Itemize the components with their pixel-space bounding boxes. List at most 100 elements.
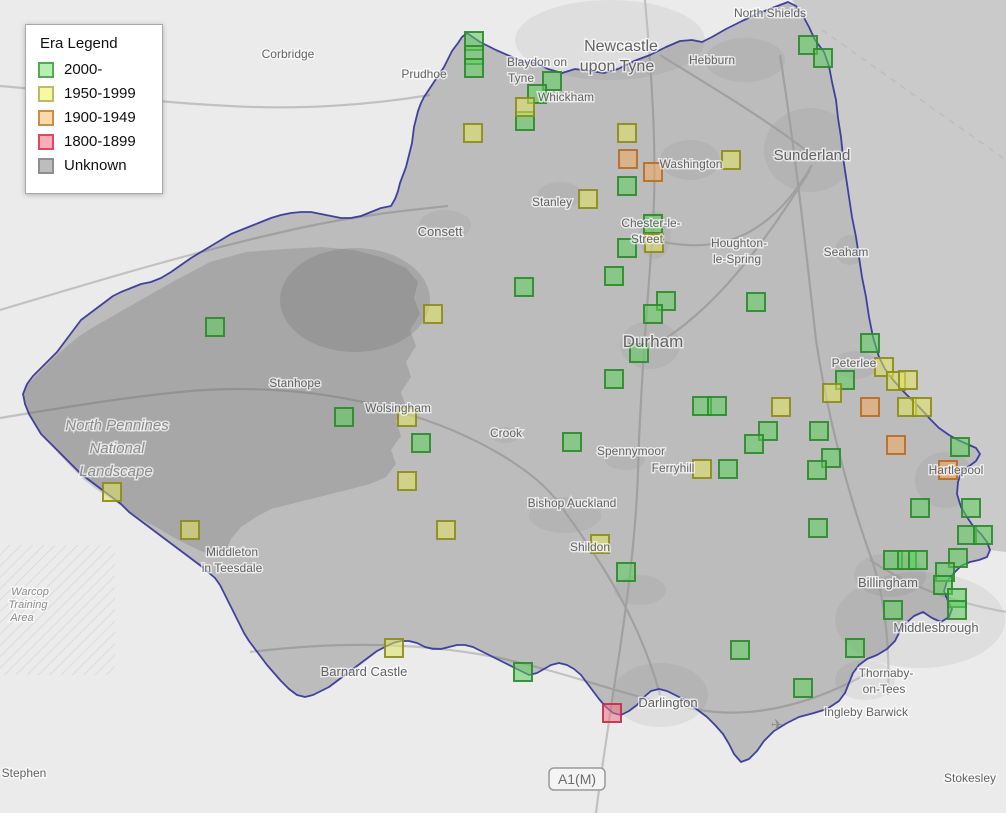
place-label: Darlington xyxy=(638,695,697,710)
place-label: Ferryhill xyxy=(652,461,695,475)
era-legend: Era Legend 2000- 1950-1999 1900-1949 1800-1… xyxy=(25,24,163,194)
place-label: North Shields xyxy=(734,6,806,20)
era-marker[interactable] xyxy=(730,640,750,660)
place-label: Spennymoor xyxy=(597,444,665,458)
era-marker[interactable] xyxy=(947,600,967,620)
era-marker[interactable] xyxy=(707,396,727,416)
era-marker[interactable] xyxy=(912,397,932,417)
place-label: Stephen xyxy=(2,766,47,780)
place-label: Corbridge xyxy=(262,47,315,61)
era-marker[interactable] xyxy=(515,97,535,117)
era-marker[interactable] xyxy=(102,482,122,502)
legend-item-label: 1950-1999 xyxy=(64,85,136,102)
era-marker[interactable] xyxy=(807,460,827,480)
era-marker[interactable] xyxy=(808,518,828,538)
era-marker[interactable] xyxy=(950,437,970,457)
legend-swatch-icon xyxy=(38,109,54,126)
era-marker[interactable] xyxy=(604,266,624,286)
era-marker[interactable] xyxy=(384,638,404,658)
era-marker[interactable] xyxy=(513,662,533,682)
era-marker[interactable] xyxy=(464,58,484,78)
era-marker[interactable] xyxy=(617,176,637,196)
place-label: le-Spring xyxy=(713,252,761,266)
legend-title: Era Legend xyxy=(40,35,118,52)
era-marker[interactable] xyxy=(910,498,930,518)
era-marker[interactable] xyxy=(860,397,880,417)
place-label: Warcop xyxy=(11,586,49,598)
era-marker[interactable] xyxy=(578,189,598,209)
era-marker[interactable] xyxy=(809,421,829,441)
place-label: Newcastle xyxy=(584,38,658,55)
era-marker[interactable] xyxy=(845,638,865,658)
era-marker[interactable] xyxy=(205,317,225,337)
era-marker[interactable] xyxy=(822,383,842,403)
era-marker[interactable] xyxy=(961,498,981,518)
era-marker[interactable] xyxy=(411,433,431,453)
era-marker[interactable] xyxy=(463,123,483,143)
era-marker[interactable] xyxy=(423,304,443,324)
era-marker[interactable] xyxy=(180,520,200,540)
era-marker[interactable] xyxy=(617,123,637,143)
era-marker[interactable] xyxy=(721,150,741,170)
place-label: Thornaby- xyxy=(859,666,914,680)
era-marker[interactable] xyxy=(436,520,456,540)
legend-item-label: 2000- xyxy=(64,61,103,78)
legend-item-1950-1999: 1950-1999 xyxy=(38,85,146,102)
era-marker[interactable] xyxy=(562,432,582,452)
place-label: North Pennines xyxy=(65,417,169,434)
place-label: Stanley xyxy=(532,195,572,209)
era-marker[interactable] xyxy=(886,435,906,455)
era-marker[interactable] xyxy=(643,304,663,324)
legend-item-1800-1899: 1800-1899 xyxy=(38,133,146,150)
legend-swatch-icon xyxy=(38,133,54,150)
legend-item-1900-1949: 1900-1949 xyxy=(38,109,146,126)
era-marker[interactable] xyxy=(883,600,903,620)
era-marker[interactable] xyxy=(744,434,764,454)
place-label: Chester-le- xyxy=(621,216,680,230)
era-marker[interactable] xyxy=(397,471,417,491)
place-label: Ingleby Barwick xyxy=(824,705,909,719)
place-label: Consett xyxy=(418,224,463,239)
place-label: Crook xyxy=(490,426,523,440)
era-marker[interactable] xyxy=(793,678,813,698)
legend-swatch-icon xyxy=(38,157,54,174)
era-marker[interactable] xyxy=(604,369,624,389)
place-label: on-Tees xyxy=(863,682,906,696)
place-label: Tyne xyxy=(508,71,534,85)
place-label: Middleton xyxy=(206,545,258,559)
era-marker[interactable] xyxy=(908,550,928,570)
legend-item-2000: 2000- xyxy=(38,61,146,78)
place-label: Houghton- xyxy=(711,236,767,250)
road-shield: A1(M) xyxy=(548,767,606,791)
place-label: Stanhope xyxy=(269,376,321,390)
era-marker[interactable] xyxy=(618,149,638,169)
place-label: Barnard Castle xyxy=(321,664,408,679)
map-canvas[interactable]: ✈ North Shields Newcastle upon Tyne Hebburn… xyxy=(0,0,1006,813)
legend-item-label: Unknown xyxy=(64,157,127,174)
place-label: Wolsingham xyxy=(365,401,431,415)
era-marker[interactable] xyxy=(860,333,880,353)
era-marker[interactable] xyxy=(692,459,712,479)
era-marker[interactable] xyxy=(973,525,993,545)
place-label: Training xyxy=(9,599,49,611)
place-label: Washington xyxy=(660,157,723,171)
place-label: Durham xyxy=(623,332,683,351)
era-marker[interactable] xyxy=(813,48,833,68)
place-label: Stokesley xyxy=(944,771,996,785)
era-marker[interactable] xyxy=(718,459,738,479)
place-label: upon Tyne xyxy=(580,58,655,75)
place-label: Hebburn xyxy=(689,53,735,67)
era-marker[interactable] xyxy=(514,277,534,297)
place-label: in Teesdale xyxy=(202,561,263,575)
road-shield-label: A1(M) xyxy=(558,771,596,787)
place-label: Landscape xyxy=(79,463,152,480)
era-marker[interactable] xyxy=(616,562,636,582)
place-label: Hartlepool xyxy=(929,463,984,477)
era-marker[interactable] xyxy=(898,370,918,390)
era-marker[interactable] xyxy=(746,292,766,312)
place-label: Shildon xyxy=(570,540,610,554)
era-marker[interactable] xyxy=(602,703,622,723)
era-marker[interactable] xyxy=(334,407,354,427)
era-marker[interactable] xyxy=(771,397,791,417)
place-label: Sunderland xyxy=(774,147,851,164)
